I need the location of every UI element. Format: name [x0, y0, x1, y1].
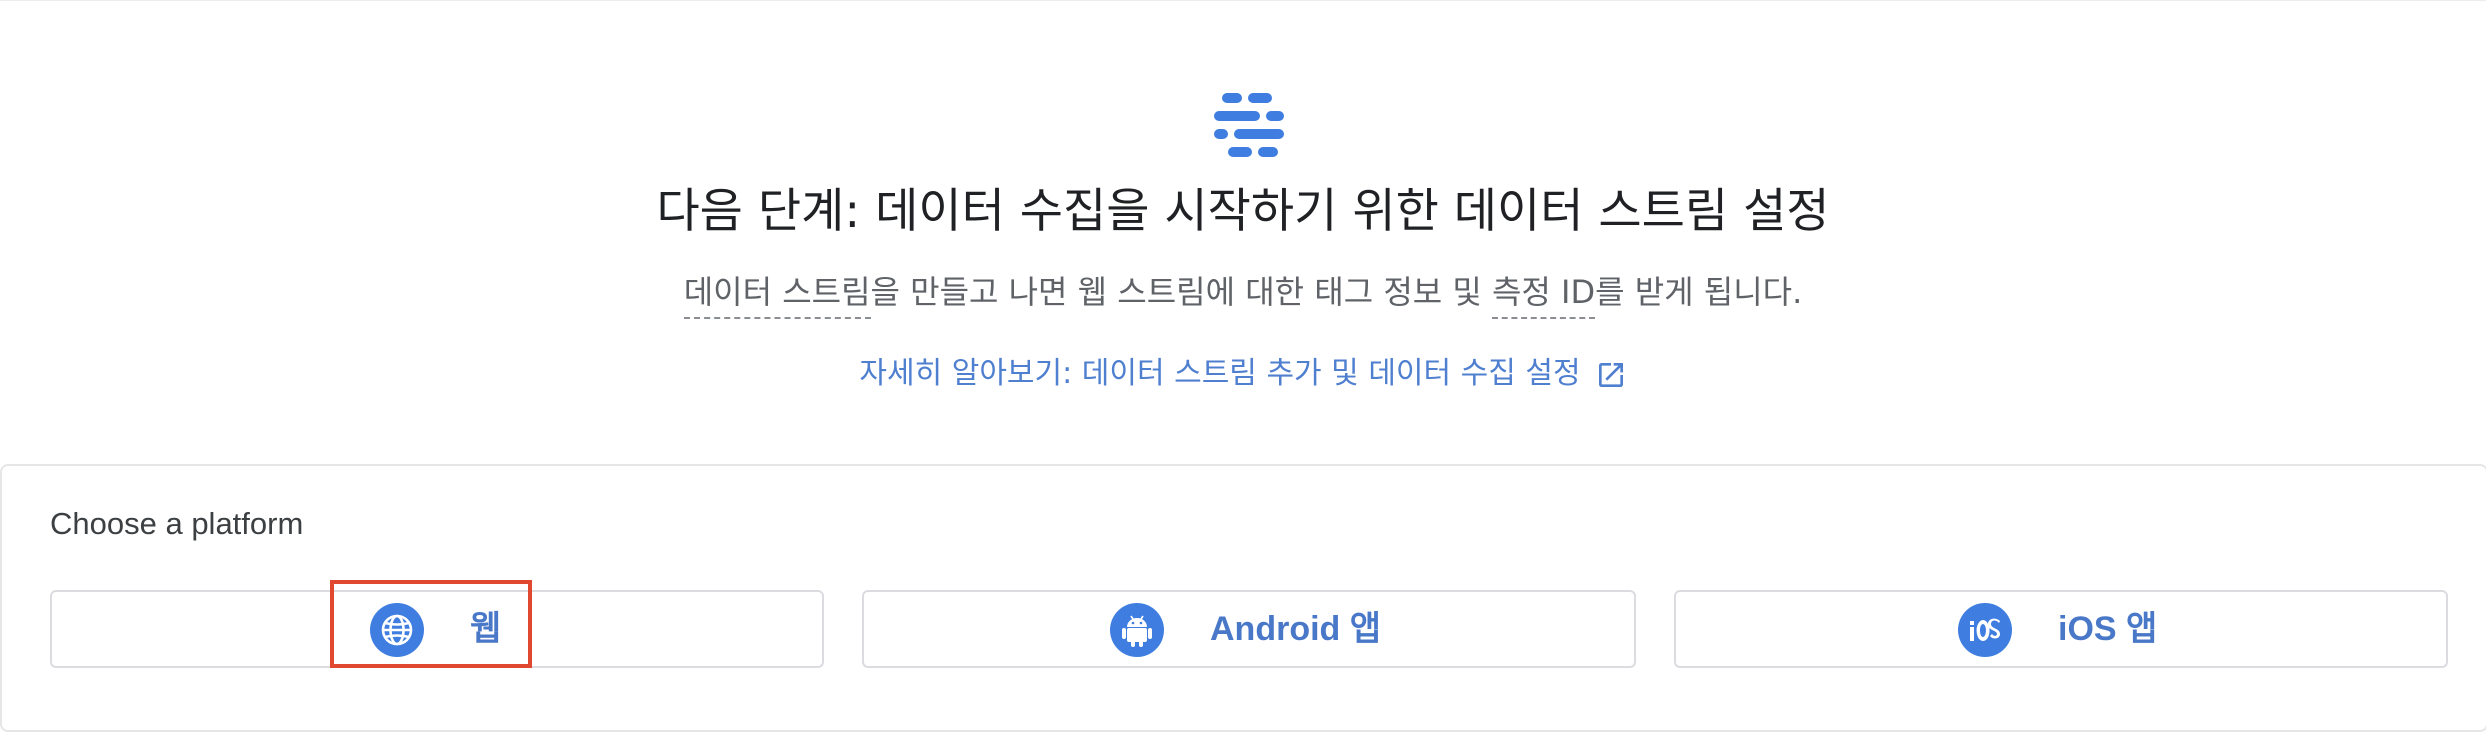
ios-platform-label: iOS 앱	[2058, 610, 2158, 648]
subtitle-text-mid: 을 만들고 나면 웹 스트림에 대한 태그 정보 및	[870, 273, 1492, 311]
platform-label: Choose a platform	[50, 506, 304, 541]
page-title: 다음 단계: 데이터 수집을 시작하기 위한 데이터 스트림 설정	[656, 184, 1830, 239]
globe-icon	[370, 603, 424, 657]
android-icon	[1110, 603, 1164, 657]
subtitle-text-end: 를 받게 됩니다.	[1595, 273, 1803, 311]
page-subtitle: 데이터 스트림을 만들고 나면 웹 스트림에 대한 태그 정보 및 측정 ID를…	[0, 269, 2486, 319]
learn-more-link[interactable]: 자세히 알아보기: 데이터 스트림 추가 및 데이터 수집 설정	[0, 351, 2486, 397]
measurement-id-term[interactable]: 측정 ID	[1491, 273, 1596, 319]
ios-icon	[1958, 603, 2012, 657]
ios-platform-button[interactable]: iOS 앱	[1674, 590, 2448, 668]
learn-more-link-label: 자세히 알아보기: 데이터 스트림 추가 및 데이터 수집 설정	[859, 356, 1581, 391]
android-platform-label: Android 앱	[1210, 610, 1382, 648]
data-stream-term[interactable]: 데이터 스트림	[683, 273, 871, 319]
web-platform-label: 웹	[470, 610, 502, 648]
stream-lines-icon	[1214, 93, 1284, 157]
setup-header-card: 다음 단계: 데이터 수집을 시작하기 위한 데이터 스트림 설정 데이터 스트…	[0, 0, 2486, 461]
android-platform-button[interactable]: Android 앱	[862, 590, 1636, 668]
open-in-new-icon	[1598, 362, 1623, 387]
platform-card: Choose a platform 웹 Android 앱 iOS 앱	[0, 464, 2486, 732]
web-platform-button[interactable]: 웹	[50, 590, 824, 668]
